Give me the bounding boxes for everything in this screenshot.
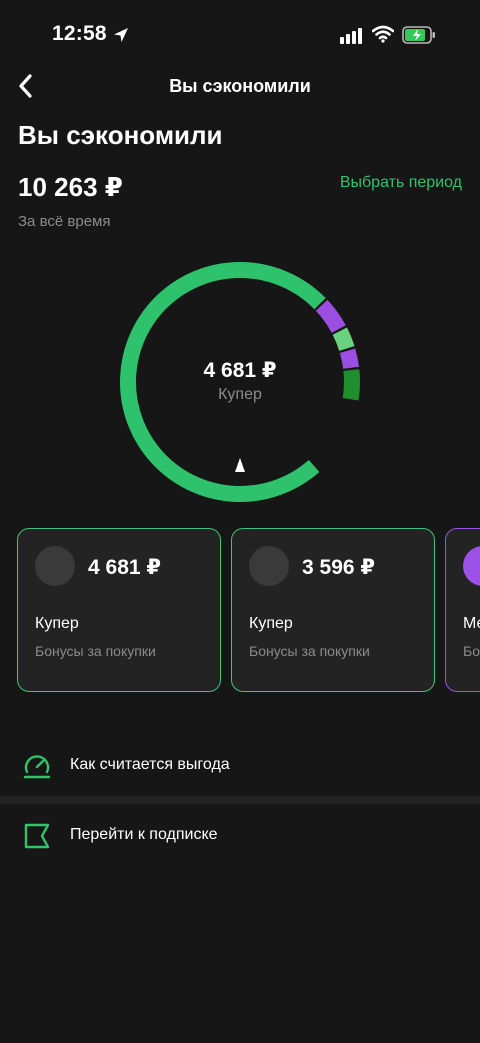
donut-pointer-icon <box>235 458 245 472</box>
total-caption: За всё время <box>18 213 111 230</box>
card-name: Ме <box>463 615 480 632</box>
card-amount: 3 596 ₽ <box>302 556 375 579</box>
select-period-button[interactable]: Выбрать период <box>340 174 462 192</box>
how-savings-calculated-item[interactable]: Как считается выгода <box>0 736 480 794</box>
location-arrow-icon <box>114 28 128 42</box>
page-title: Вы сэкономили <box>18 120 223 150</box>
nav-title: Вы сэкономили <box>169 76 311 96</box>
status-time: 12:58 <box>52 22 107 45</box>
go-to-subscription-item[interactable]: Перейти к подписке <box>0 806 480 864</box>
menu-label: Перейти к подписке <box>70 826 218 843</box>
wifi-icon <box>372 25 394 43</box>
card-amount: 4 681 ₽ <box>88 556 161 579</box>
donut-center-label: Купер <box>218 386 262 403</box>
donut-segment[interactable] <box>315 299 346 334</box>
card-name: Купер <box>249 615 293 632</box>
card-description: Бонусы за покупки <box>35 643 156 659</box>
savings-cards-row[interactable]: 4 681 ₽ Купер Бонусы за покупки 3 596 ₽ … <box>0 528 480 694</box>
status-bar: 12:58 <box>0 0 480 72</box>
savings-card[interactable]: 4 681 ₽ Купер Бонусы за покупки <box>17 528 221 692</box>
card-description: Бо <box>463 643 480 659</box>
card-name: Купер <box>35 615 79 632</box>
flag-icon <box>24 823 50 849</box>
total-amount: 10 263 ₽ <box>18 172 123 202</box>
section-divider <box>0 796 480 804</box>
cellular-signal-icon <box>340 28 362 44</box>
donut-center-value: 4 681 ₽ <box>203 359 277 382</box>
battery-charging-icon <box>402 26 435 44</box>
savings-card[interactable]: Ме Бо <box>445 528 480 692</box>
partner-logo <box>35 546 75 586</box>
partner-logo <box>249 546 289 586</box>
menu-label: Как считается выгода <box>70 756 230 773</box>
card-description: Бонусы за покупки <box>249 643 370 659</box>
donut-segment[interactable] <box>332 327 355 352</box>
gauge-icon <box>23 755 51 779</box>
savings-card[interactable]: 3 596 ₽ Купер Бонусы за покупки <box>231 528 435 692</box>
partner-logo <box>463 546 480 586</box>
nav-bar: Вы сэкономили <box>0 66 480 106</box>
